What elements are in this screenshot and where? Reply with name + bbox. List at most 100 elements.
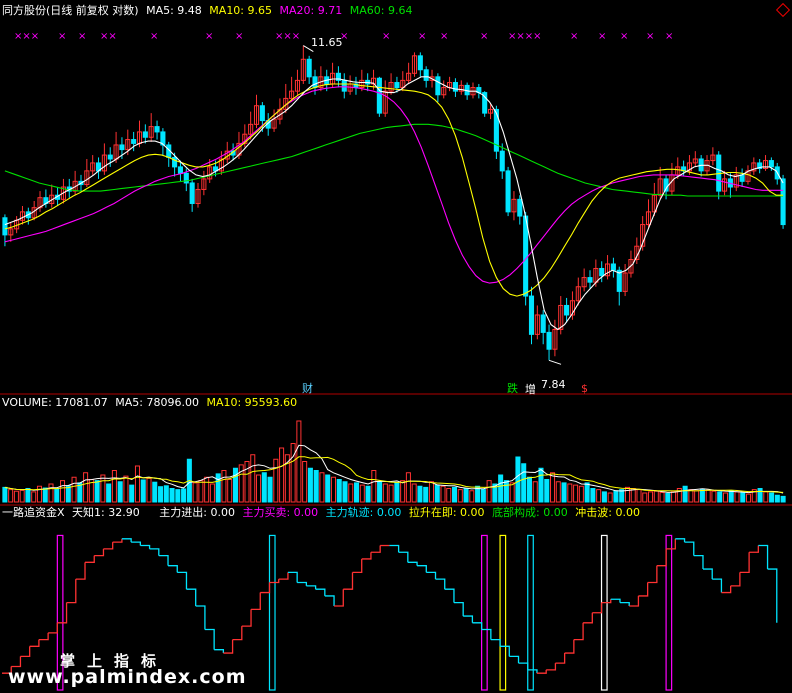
candle-body: [523, 215, 529, 297]
signal-marker: ×: [418, 31, 426, 42]
volume-bar: [273, 458, 279, 503]
volume-bar: [365, 485, 371, 503]
capital-step-line: [168, 565, 178, 573]
capital-step-line: [287, 571, 298, 583]
chart-canvas[interactable]: ××× × × ×× × × × ××× × × × × × ×××× × × × × ×: [0, 0, 792, 693]
volume-bar: [653, 490, 659, 503]
volume-bar: [774, 494, 780, 503]
capital-step-line: [57, 602, 68, 624]
candle-body: [259, 105, 265, 122]
capital-step-line: [149, 548, 160, 556]
volume-bar: [204, 476, 210, 503]
volume-bar: [532, 481, 538, 503]
volume-bar: [256, 474, 262, 503]
candle-body: [599, 267, 605, 277]
candle-body: [107, 154, 113, 160]
volume-bar: [169, 488, 175, 503]
capital-step-line: [656, 548, 667, 567]
dibu-value: 底部构成: 0.00: [492, 506, 568, 519]
candle-body: [610, 263, 616, 271]
candle-body: [119, 144, 125, 151]
signal-marker: ×: [235, 31, 243, 42]
capital-step-line: [94, 548, 105, 557]
capital-step-line: [583, 612, 593, 624]
candle-body: [423, 69, 429, 81]
capital-step-line: [555, 653, 566, 664]
volume-bar: [354, 482, 360, 503]
candle-body: [394, 82, 400, 89]
candle-body: [154, 126, 160, 133]
volume-bar: [446, 488, 452, 503]
capital-step-line: [435, 578, 446, 590]
volume-bar: [780, 495, 786, 503]
volume-bar: [221, 470, 227, 503]
capital-step-line: [481, 628, 492, 640]
capital-step-line: [573, 622, 584, 641]
candle-body: [376, 77, 382, 114]
candle-body: [768, 160, 774, 168]
candle-body: [587, 277, 593, 283]
candle-body: [341, 79, 347, 92]
volume-bar: [498, 474, 504, 503]
volume-bar: [163, 485, 169, 503]
volume-bar: [129, 484, 135, 503]
volume-bar: [267, 476, 273, 503]
capital-step-line: [407, 561, 418, 566]
signal-bar-magenta: [665, 534, 673, 691]
volume-bar: [250, 454, 256, 503]
capital-step-line: [112, 538, 123, 543]
volume-bar: [209, 483, 215, 503]
capital-step-line: [223, 639, 234, 654]
capital-step-line: [712, 578, 723, 593]
volume-bar: [175, 489, 181, 503]
capital-step-line: [306, 585, 317, 590]
volume-bar: [388, 484, 394, 503]
capital-step-line: [158, 554, 169, 566]
volume-bar: [296, 420, 302, 503]
volume-bar: [400, 480, 406, 503]
capital-step-line: [629, 595, 640, 607]
candle-body: [2, 217, 8, 236]
volume-bar: [440, 485, 446, 503]
capital-step-line: [500, 645, 510, 657]
volume-bar: [65, 485, 71, 503]
volume-ma5-value: MA5: 78096.00: [115, 396, 199, 409]
volume-bar: [590, 488, 596, 503]
volume-bar: [555, 481, 561, 503]
capital-step-line: [417, 565, 427, 573]
volume-bar: [578, 485, 584, 503]
volume-bar: [290, 443, 296, 503]
volume-bar: [728, 490, 734, 503]
capital-step-line: [195, 605, 206, 630]
signal-marker: ××: [100, 31, 117, 42]
volume-bar: [417, 485, 423, 503]
candle-body: [546, 331, 552, 350]
volume-bar: [596, 489, 602, 503]
volume-bar: [544, 479, 550, 503]
signal-bar-yellow: [499, 534, 507, 691]
volume-bar: [567, 483, 573, 503]
capital-step-line: [315, 588, 326, 596]
low-price-label: 7.84: [541, 378, 566, 391]
volume-bar: [659, 492, 665, 503]
capital-step-line: [749, 545, 759, 553]
capital-step-line: [370, 545, 381, 553]
volume-bar: [117, 481, 123, 503]
capital-step-line: [426, 571, 437, 580]
signal-marker: ×: [480, 31, 488, 42]
low-pointer: [548, 359, 562, 365]
lasheng-value: 拉升在即: 0.00: [408, 506, 485, 519]
volume-bar: [8, 489, 14, 503]
signal-marker: ×: [382, 31, 390, 42]
volume-bar: [405, 472, 411, 503]
capital-step-line: [121, 538, 132, 543]
cai-marker: 财: [302, 382, 313, 395]
volume-bar: [13, 490, 19, 503]
die-marker: 跌: [507, 382, 518, 395]
capital-step-line: [453, 601, 464, 617]
volume-bar: [111, 470, 117, 503]
capital-step-line: [103, 542, 114, 550]
volume-bar: [463, 488, 469, 503]
signal-marker: ×: [598, 31, 606, 42]
ma5-line: [4, 76, 784, 331]
